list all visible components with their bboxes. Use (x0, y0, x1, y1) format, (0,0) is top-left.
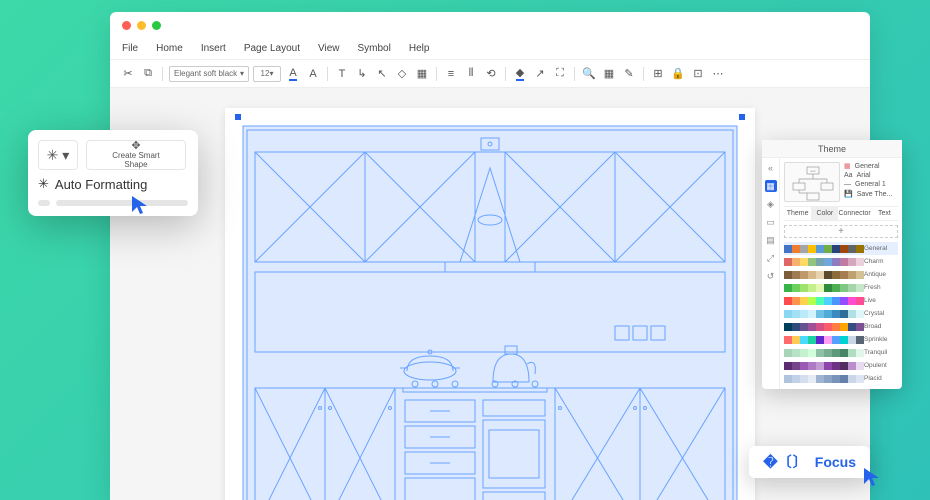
cursor-icon (130, 194, 152, 216)
page[interactable] (225, 108, 755, 500)
fill-icon[interactable]: ◆ (512, 66, 528, 82)
close-icon[interactable] (122, 21, 131, 30)
copy-icon[interactable]: ⧉ (140, 66, 156, 82)
theme-opt-general1[interactable]: —General 1 (844, 181, 892, 188)
more-icon[interactable]: ⋯ (710, 66, 726, 82)
distribute-icon[interactable]: ⫴ (463, 66, 479, 82)
cut-icon[interactable]: ✂ (120, 66, 136, 82)
create-smart-shape-button[interactable]: ✥ Create Smart Shape (86, 140, 186, 170)
menu-page-layout[interactable]: Page Layout (244, 43, 300, 54)
menu-help[interactable]: Help (409, 43, 430, 54)
tab-color[interactable]: Color (811, 207, 838, 220)
autoformat-slider[interactable] (38, 200, 188, 206)
crop-icon[interactable]: ⛶ (552, 66, 568, 82)
menu-symbol[interactable]: Symbol (358, 43, 391, 54)
palette-row[interactable]: General (784, 242, 898, 255)
highlight-icon[interactable]: A (305, 66, 321, 82)
layers-panel-icon[interactable]: ◈ (765, 198, 777, 210)
grid-view-icon[interactable]: ▦ (765, 180, 777, 192)
theme-preview[interactable]: text (784, 162, 840, 202)
palette-row[interactable]: Tranquil (784, 346, 898, 359)
palette-row[interactable]: Live (784, 294, 898, 307)
font-select[interactable]: Elegant soft black▾ (169, 66, 249, 82)
layers-icon[interactable]: ▦ (414, 66, 430, 82)
app-window: File Home Insert Page Layout View Symbol… (110, 12, 870, 500)
add-palette-button[interactable]: + (784, 225, 898, 238)
blueprint-drawing (235, 118, 745, 500)
connector-icon[interactable]: ↳ (354, 66, 370, 82)
palette-row[interactable]: Broad (784, 320, 898, 333)
palette-row[interactable]: Fresh (784, 281, 898, 294)
cursor-icon (862, 466, 884, 488)
lock-icon[interactable]: 🔒 (670, 66, 686, 82)
theme-iconstrip: « ▦ ◈ ▭ ▤ ⤢ ↺ (762, 158, 780, 389)
palette-row[interactable]: Placid (784, 372, 898, 385)
tab-theme[interactable]: Theme (784, 207, 811, 220)
search-icon[interactable]: 🔍 (581, 66, 597, 82)
page-panel-icon[interactable]: ▭ (765, 216, 777, 228)
history-icon[interactable]: ↺ (765, 270, 777, 282)
theme-panel: Theme « ▦ ◈ ▭ ▤ ⤢ ↺ text (762, 140, 902, 389)
line-icon[interactable]: ↗ (532, 66, 548, 82)
theme-opt-general[interactable]: ▦General (844, 162, 892, 170)
titlebar (110, 12, 870, 38)
tab-text[interactable]: Text (871, 207, 898, 220)
menu-home[interactable]: Home (156, 43, 183, 54)
menu-bar: File Home Insert Page Layout View Symbol… (110, 38, 870, 60)
expand-icon[interactable]: ⤢ (765, 252, 777, 264)
size-select[interactable]: 12 ▾ (253, 66, 281, 82)
spark-button[interactable]: ✳ ▾ (38, 140, 78, 170)
palette-row[interactable]: Antique (784, 268, 898, 281)
focus-button[interactable]: �〔 〕 Focus (749, 446, 870, 478)
toolbar: ✂ ⧉ Elegant soft black▾ 12 ▾ A A T ↳ ↖ ◇… (110, 60, 870, 88)
theme-panel-title: Theme (762, 140, 902, 158)
palette-row[interactable]: Sprinkle (784, 333, 898, 346)
menu-insert[interactable]: Insert (201, 43, 226, 54)
rotate-icon[interactable]: ⟲ (483, 66, 499, 82)
palette-row[interactable]: Opulent (784, 359, 898, 372)
palette-row[interactable]: Crystal (784, 307, 898, 320)
palette-row[interactable]: Charm (784, 255, 898, 268)
focus-icon: �〔 〕 (763, 452, 807, 472)
font-color-icon[interactable]: A (285, 66, 301, 82)
collapse-icon[interactable]: « (765, 162, 777, 174)
theme-opt-arial[interactable]: AaArial (844, 172, 892, 179)
menu-view[interactable]: View (318, 43, 340, 54)
tab-connector[interactable]: Connector (838, 207, 870, 220)
maximize-icon[interactable] (152, 21, 161, 30)
canvas[interactable] (110, 88, 870, 500)
table-icon[interactable]: ▦ (601, 66, 617, 82)
minimize-icon[interactable] (137, 21, 146, 30)
autoformat-popup: ✳ ▾ ✥ Create Smart Shape ✳Auto Formattin… (28, 130, 198, 216)
group-icon[interactable]: ⊞ (650, 66, 666, 82)
shape-icon[interactable]: ◇ (394, 66, 410, 82)
theme-opt-save[interactable]: 💾Save The... (844, 190, 892, 198)
pointer-icon[interactable]: ↖ (374, 66, 390, 82)
menu-file[interactable]: File (122, 43, 138, 54)
align-left-icon[interactable]: ≡ (443, 66, 459, 82)
text-icon[interactable]: T (334, 66, 350, 82)
grid-icon[interactable]: ⊡ (690, 66, 706, 82)
pen-icon[interactable]: ✎ (621, 66, 637, 82)
comment-icon[interactable]: ▤ (765, 234, 777, 246)
autoformat-title: ✳Auto Formatting (38, 176, 188, 192)
svg-text:text: text (811, 169, 816, 173)
